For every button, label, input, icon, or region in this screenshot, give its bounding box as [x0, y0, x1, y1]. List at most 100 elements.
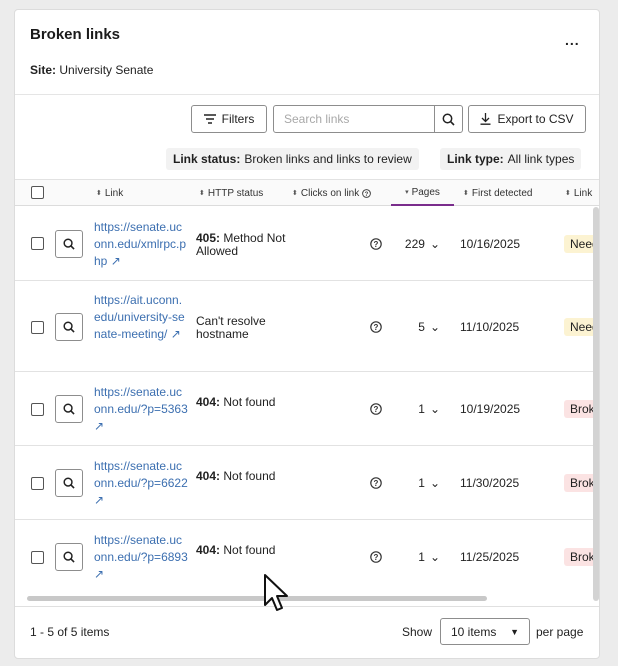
link-type-filter-chip[interactable]: Link type: All link types [440, 148, 582, 170]
inspect-button[interactable] [55, 313, 83, 341]
inspect-button[interactable] [55, 230, 83, 258]
search-icon [63, 321, 75, 333]
chevron-down-icon: ⌄ [429, 320, 440, 334]
link-status-filter-chip[interactable]: Link status: Broken links and links to r… [166, 148, 419, 170]
column-header-first-detected[interactable]: ⬍ First detected [463, 180, 532, 206]
export-csv-button[interactable]: Export to CSV [468, 105, 586, 133]
help-icon: ? [370, 403, 382, 415]
url-text: https://senate.uconn.edu/xmlrpc.php [94, 220, 187, 268]
search-icon [63, 551, 75, 563]
status-message: Not found [223, 395, 276, 409]
select-all-checkbox[interactable] [31, 186, 44, 199]
column-header-clicks[interactable]: ⬍ Clicks on link ? [292, 180, 372, 206]
pages-dropdown[interactable]: 1 ⌄ [395, 402, 440, 416]
svg-text:?: ? [374, 405, 379, 414]
search-icon [63, 477, 75, 489]
first-detected-date: 11/25/2025 [460, 550, 520, 564]
pages-count: 229 [404, 237, 425, 251]
http-status: 404: Not found [196, 544, 286, 557]
chip-label: Link status: [173, 152, 241, 166]
row-checkbox[interactable] [31, 321, 44, 334]
help-icon: ? [362, 188, 372, 198]
chip-value: Broken links and links to review [244, 152, 412, 166]
horizontal-scrollbar[interactable] [27, 596, 487, 601]
help-icon: ? [370, 321, 382, 333]
http-status: 404: Not found [196, 470, 286, 483]
vertical-scrollbar[interactable] [593, 207, 599, 601]
pages-count: 1 [418, 550, 425, 564]
column-header-link[interactable]: ⬍ Link [96, 180, 123, 206]
search-icon [442, 113, 455, 126]
page-size-value: 10 items [451, 624, 497, 639]
column-header-link-status[interactable]: ⬍ Link [565, 180, 592, 206]
url-text: https://senate.uconn.edu/?p=6893 [94, 533, 188, 564]
row-checkbox[interactable] [31, 477, 44, 490]
page-size-select[interactable]: 10 items ▼ [440, 618, 530, 645]
pages-dropdown[interactable]: 1 ⌄ [395, 476, 440, 490]
table-row: https://senate.uconn.edu/?p=5363 ↗ 404: … [15, 373, 599, 446]
row-checkbox[interactable] [31, 551, 44, 564]
help-icon: ? [370, 477, 382, 489]
filters-label: Filters [221, 112, 255, 126]
column-header-pages[interactable]: ▾ Pages [391, 180, 454, 206]
sort-icon: ⬍ [463, 190, 469, 197]
pages-dropdown[interactable]: 5 ⌄ [395, 320, 440, 334]
link-url[interactable]: https://senate.uconn.edu/?p=6622 ↗ [94, 458, 188, 509]
sort-icon: ⬍ [199, 190, 205, 197]
site-value: University Senate [59, 63, 154, 77]
column-label: First detected [471, 187, 533, 199]
row-checkbox[interactable] [31, 403, 44, 416]
svg-text:?: ? [374, 240, 379, 249]
status-message: Can't resolve hostname [196, 314, 266, 341]
filters-button[interactable]: Filters [191, 105, 267, 133]
svg-text:?: ? [374, 479, 379, 488]
column-label: Pages [411, 186, 440, 198]
column-label: Link [573, 187, 593, 199]
first-detected-date: 10/16/2025 [460, 237, 521, 251]
sort-icon: ⬍ [96, 190, 102, 197]
first-detected-date: 10/19/2025 [460, 402, 521, 416]
pages-dropdown[interactable]: 229 ⌄ [395, 237, 440, 251]
more-options-button[interactable]: ... [565, 32, 580, 48]
http-status: 404: Not found [196, 396, 286, 409]
search-input[interactable] [274, 106, 434, 132]
filter-icon [203, 114, 216, 124]
first-detected-date: 11/10/2025 [460, 320, 520, 334]
chevron-down-icon: ⌄ [429, 476, 440, 490]
link-url[interactable]: https://ait.uconn.edu/university-senate-… [94, 292, 188, 343]
search-button[interactable] [434, 106, 462, 132]
status-message: Not found [223, 543, 276, 557]
http-status: Can't resolve hostname [196, 315, 286, 341]
pages-dropdown[interactable]: 1 ⌄ [395, 550, 440, 564]
external-link-icon: ↗ [94, 567, 105, 581]
inspect-button[interactable] [55, 543, 83, 571]
pages-count: 1 [418, 476, 425, 490]
link-url[interactable]: https://senate.uconn.edu/?p=6893 ↗ [94, 532, 188, 583]
sort-icon: ⬍ [565, 190, 571, 197]
inspect-button[interactable] [55, 395, 83, 423]
broken-links-panel: Broken links ... Site: University Senate… [14, 9, 600, 659]
chevron-down-icon: ⌄ [429, 402, 440, 416]
inspect-button[interactable] [55, 469, 83, 497]
site-line: Site: University Senate [30, 63, 153, 77]
row-checkbox[interactable] [31, 237, 44, 250]
table-row: https://senate.uconn.edu/?p=6622 ↗ 404: … [15, 447, 599, 520]
table-row: https://senate.uconn.edu/?p=6893 ↗ 404: … [15, 521, 599, 596]
search-box [273, 105, 463, 133]
pages-count: 1 [418, 402, 425, 416]
column-header-http-status[interactable]: ⬍ HTTP status [199, 180, 263, 206]
first-detected-date: 11/30/2025 [460, 476, 520, 490]
status-message: Not found [223, 469, 276, 483]
search-icon [63, 403, 75, 415]
column-label: Clicks on link [300, 187, 360, 199]
export-label: Export to CSV [497, 112, 574, 126]
caret-down-icon: ▼ [510, 626, 519, 637]
help-icon: ? [370, 551, 382, 563]
table-row: https://senate.uconn.edu/xmlrpc.php ↗ 40… [15, 207, 599, 281]
sort-desc-icon: ▾ [405, 189, 409, 196]
svg-text:?: ? [365, 191, 369, 197]
per-page-label: per page [536, 625, 584, 639]
table-header: ⬍ Link ⬍ HTTP status ⬍ Clicks on link ? … [15, 179, 599, 206]
link-url[interactable]: https://senate.uconn.edu/?p=5363 ↗ [94, 384, 188, 435]
link-url[interactable]: https://senate.uconn.edu/xmlrpc.php ↗ [94, 219, 188, 270]
